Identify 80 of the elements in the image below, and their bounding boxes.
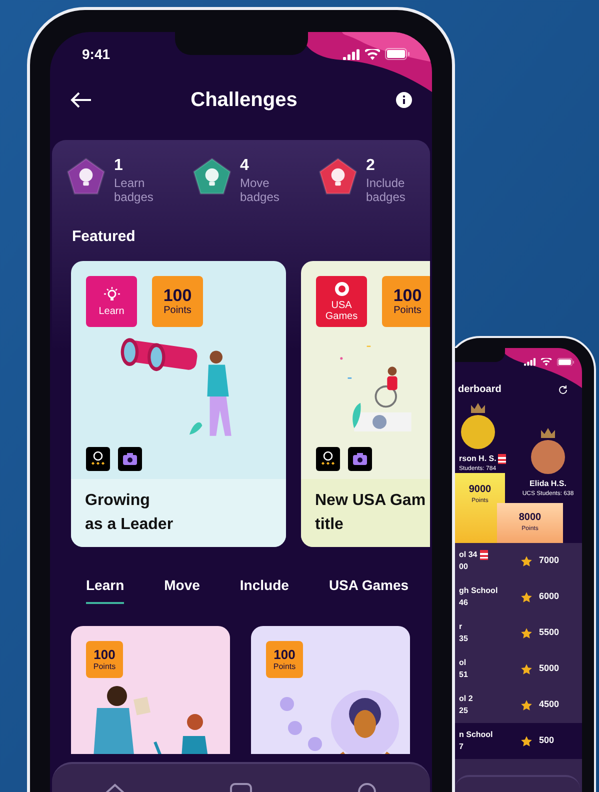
signal-icon xyxy=(343,48,360,60)
crown-icon xyxy=(541,428,555,438)
star-icon xyxy=(520,662,533,676)
school-name: ol 2 xyxy=(459,693,473,705)
status-time: 9:41 xyxy=(82,44,110,64)
category-label: Learn xyxy=(98,306,124,316)
points-label: Points xyxy=(164,306,192,316)
ranking-points: 6000 xyxy=(539,590,560,604)
student-count: 25 xyxy=(459,705,469,717)
school-name: ol 34 xyxy=(459,549,478,561)
star-icon xyxy=(520,698,533,712)
info-icon[interactable] xyxy=(396,92,412,108)
section-heading: Featured xyxy=(72,227,136,247)
points-label: Points xyxy=(273,663,296,671)
podium-points: 9000 xyxy=(468,485,492,495)
ranking-points: 4500 xyxy=(539,698,560,712)
badge-label: Learn badges xyxy=(114,176,154,204)
card-title: Growing as a Leader xyxy=(85,491,174,535)
star-icon xyxy=(520,626,533,640)
school-name: ol xyxy=(459,657,466,669)
school-name: Elida H.S. xyxy=(530,478,566,490)
badge-label: Move badges xyxy=(240,176,280,204)
star-icon xyxy=(520,734,533,748)
ranking-points: 7000 xyxy=(539,554,560,568)
category-tab[interactable]: Include xyxy=(240,575,289,604)
ranking-row[interactable]: ol 51 5000 xyxy=(455,651,582,687)
school-name: r xyxy=(459,621,462,633)
ranking-row[interactable]: gh School 46 6000 xyxy=(455,579,582,615)
points-value: 100 xyxy=(163,287,192,304)
points-value: 100 xyxy=(393,287,422,304)
screen-title: Challenges xyxy=(190,88,298,113)
wifi-icon xyxy=(365,48,380,60)
badge-count: 2 xyxy=(366,156,376,176)
ranking-points: 5500 xyxy=(539,626,560,640)
category-tab[interactable]: Learn xyxy=(86,575,124,604)
camera-icon xyxy=(118,447,142,471)
crown-icon xyxy=(471,403,485,413)
wifi-icon xyxy=(541,358,552,366)
ranking-row[interactable]: r 35 5500 xyxy=(455,615,582,651)
ranking-row[interactable]: n School 7 500 xyxy=(455,723,582,759)
ranking-row[interactable]: ol 2 25 4500 xyxy=(455,687,582,723)
achievement-icon xyxy=(86,447,110,471)
back-arrow-icon[interactable] xyxy=(70,92,92,108)
screen-title: derboard xyxy=(458,383,502,397)
signal-icon xyxy=(524,358,536,366)
student-count: 7 xyxy=(459,741,464,753)
refresh-icon[interactable] xyxy=(558,384,568,394)
card-title: New USA Gam title xyxy=(315,491,426,535)
challenge-card[interactable]: 100 Points xyxy=(71,626,230,754)
ranking-points: 500 xyxy=(539,734,554,748)
ranking-points: 5000 xyxy=(539,662,560,676)
achievement-icon xyxy=(316,447,340,471)
battery-icon xyxy=(556,358,574,366)
category-tab[interactable]: Move xyxy=(164,575,200,604)
points-value: 100 xyxy=(94,648,116,661)
camera-icon xyxy=(348,447,372,471)
star-icon xyxy=(520,554,533,568)
badge-count: 4 xyxy=(240,156,250,176)
badge-label: Include badges xyxy=(366,176,406,204)
school-name: rson H. S. xyxy=(459,453,496,465)
student-count: 46 xyxy=(459,597,469,609)
points-label: Points xyxy=(394,306,422,316)
points-label: Points xyxy=(93,663,116,671)
school-name: n School xyxy=(459,729,493,741)
podium-points: 8000 xyxy=(518,513,542,523)
ranking-row[interactable]: ol 34 00 7000 xyxy=(455,543,582,579)
challenge-card[interactable]: USA Games 100 Points New USA Gam title xyxy=(301,261,430,547)
student-count: 00 xyxy=(459,561,469,573)
category-tab[interactable]: USA Games xyxy=(328,575,409,604)
star-icon xyxy=(520,590,533,604)
challenge-card[interactable]: Learn 100 Points Growing as a Leader xyxy=(71,261,286,547)
bulb-icon xyxy=(104,286,120,302)
points-value: 100 xyxy=(274,648,296,661)
student-count: 35 xyxy=(459,633,468,645)
category-label: USA Games xyxy=(324,300,359,322)
school-name: gh School xyxy=(459,585,498,597)
challenge-card[interactable]: 100 Points xyxy=(251,626,410,754)
battery-icon xyxy=(385,48,410,60)
student-count: 51 xyxy=(459,669,468,681)
badge-count: 1 xyxy=(114,156,124,176)
